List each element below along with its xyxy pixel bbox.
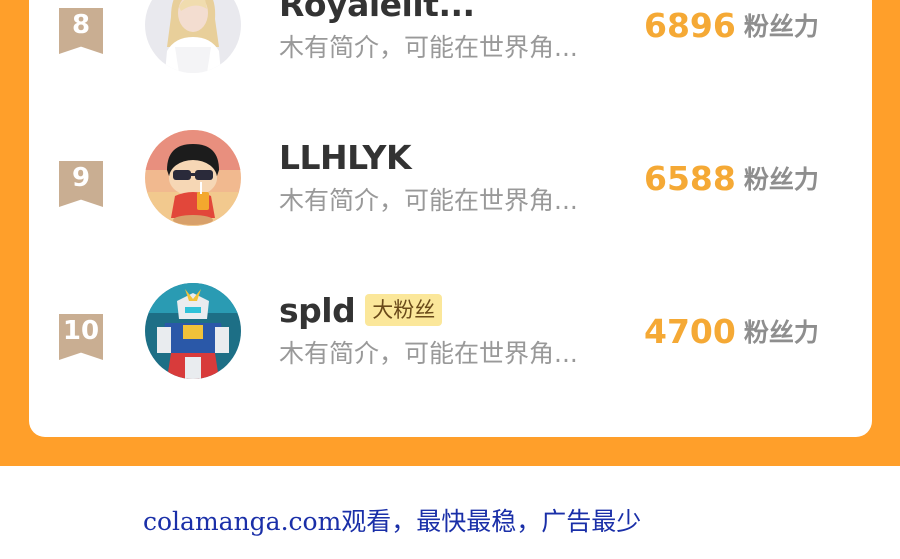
- user-bio: 木有简介，可能在世界角...: [279, 186, 578, 215]
- fan-power-value: 6588: [644, 158, 736, 198]
- fan-power-label: 粉丝力: [743, 165, 819, 194]
- fan-power-value: 6896: [644, 5, 736, 45]
- ranking-row[interactable]: 9 LLHLYK 木有简介，可能在世界角... 6588 粉丝力: [0, 123, 900, 233]
- user-bio: 木有简介，可能在世界角...: [279, 339, 578, 368]
- footer-watermark-link[interactable]: colamanga.com观看，最快最稳，广告最少: [143, 502, 641, 538]
- user-avatar[interactable]: [145, 0, 241, 73]
- rank-badge: 10: [59, 314, 103, 360]
- user-name[interactable]: Royaleilt...: [279, 0, 475, 24]
- fan-power: 6896 粉丝力: [644, 0, 819, 50]
- rank-number: 10: [62, 316, 100, 346]
- user-avatar[interactable]: [145, 130, 241, 226]
- avatar-robot-mecha-icon: [145, 283, 241, 379]
- user-name[interactable]: LLHLYK: [279, 138, 412, 177]
- user-name[interactable]: spld: [279, 291, 356, 330]
- fan-power-value: 4700: [644, 311, 736, 351]
- rank-badge: 9: [59, 161, 103, 207]
- user-bio: 木有简介，可能在世界角...: [279, 33, 578, 62]
- big-fan-badge: 大粉丝: [365, 294, 443, 326]
- rank-number: 9: [71, 163, 91, 193]
- fan-power: 6588 粉丝力: [644, 153, 819, 203]
- ranking-row[interactable]: 8 Royaleilt... 木有简介，可能在世界角... 6896 粉丝力: [0, 0, 900, 80]
- user-name-line: LLHLYK: [279, 137, 412, 177]
- avatar-blonde-girl-icon: [145, 0, 241, 73]
- rank-badge: 8: [59, 8, 103, 54]
- user-name-line: Royaleilt...: [279, 0, 475, 24]
- user-name-line: spld 大粉丝: [279, 290, 443, 330]
- fan-power: 4700 粉丝力: [644, 306, 819, 356]
- rank-number: 8: [71, 10, 91, 40]
- fan-power-label: 粉丝力: [743, 318, 819, 347]
- user-avatar[interactable]: [145, 283, 241, 379]
- avatar-cartoon-boy-sunglasses-icon: [145, 130, 241, 226]
- fan-power-label: 粉丝力: [743, 12, 819, 41]
- ranking-row[interactable]: 10 spld 大粉丝 木有简介，可能在世界角... 4700 粉丝力: [0, 276, 900, 386]
